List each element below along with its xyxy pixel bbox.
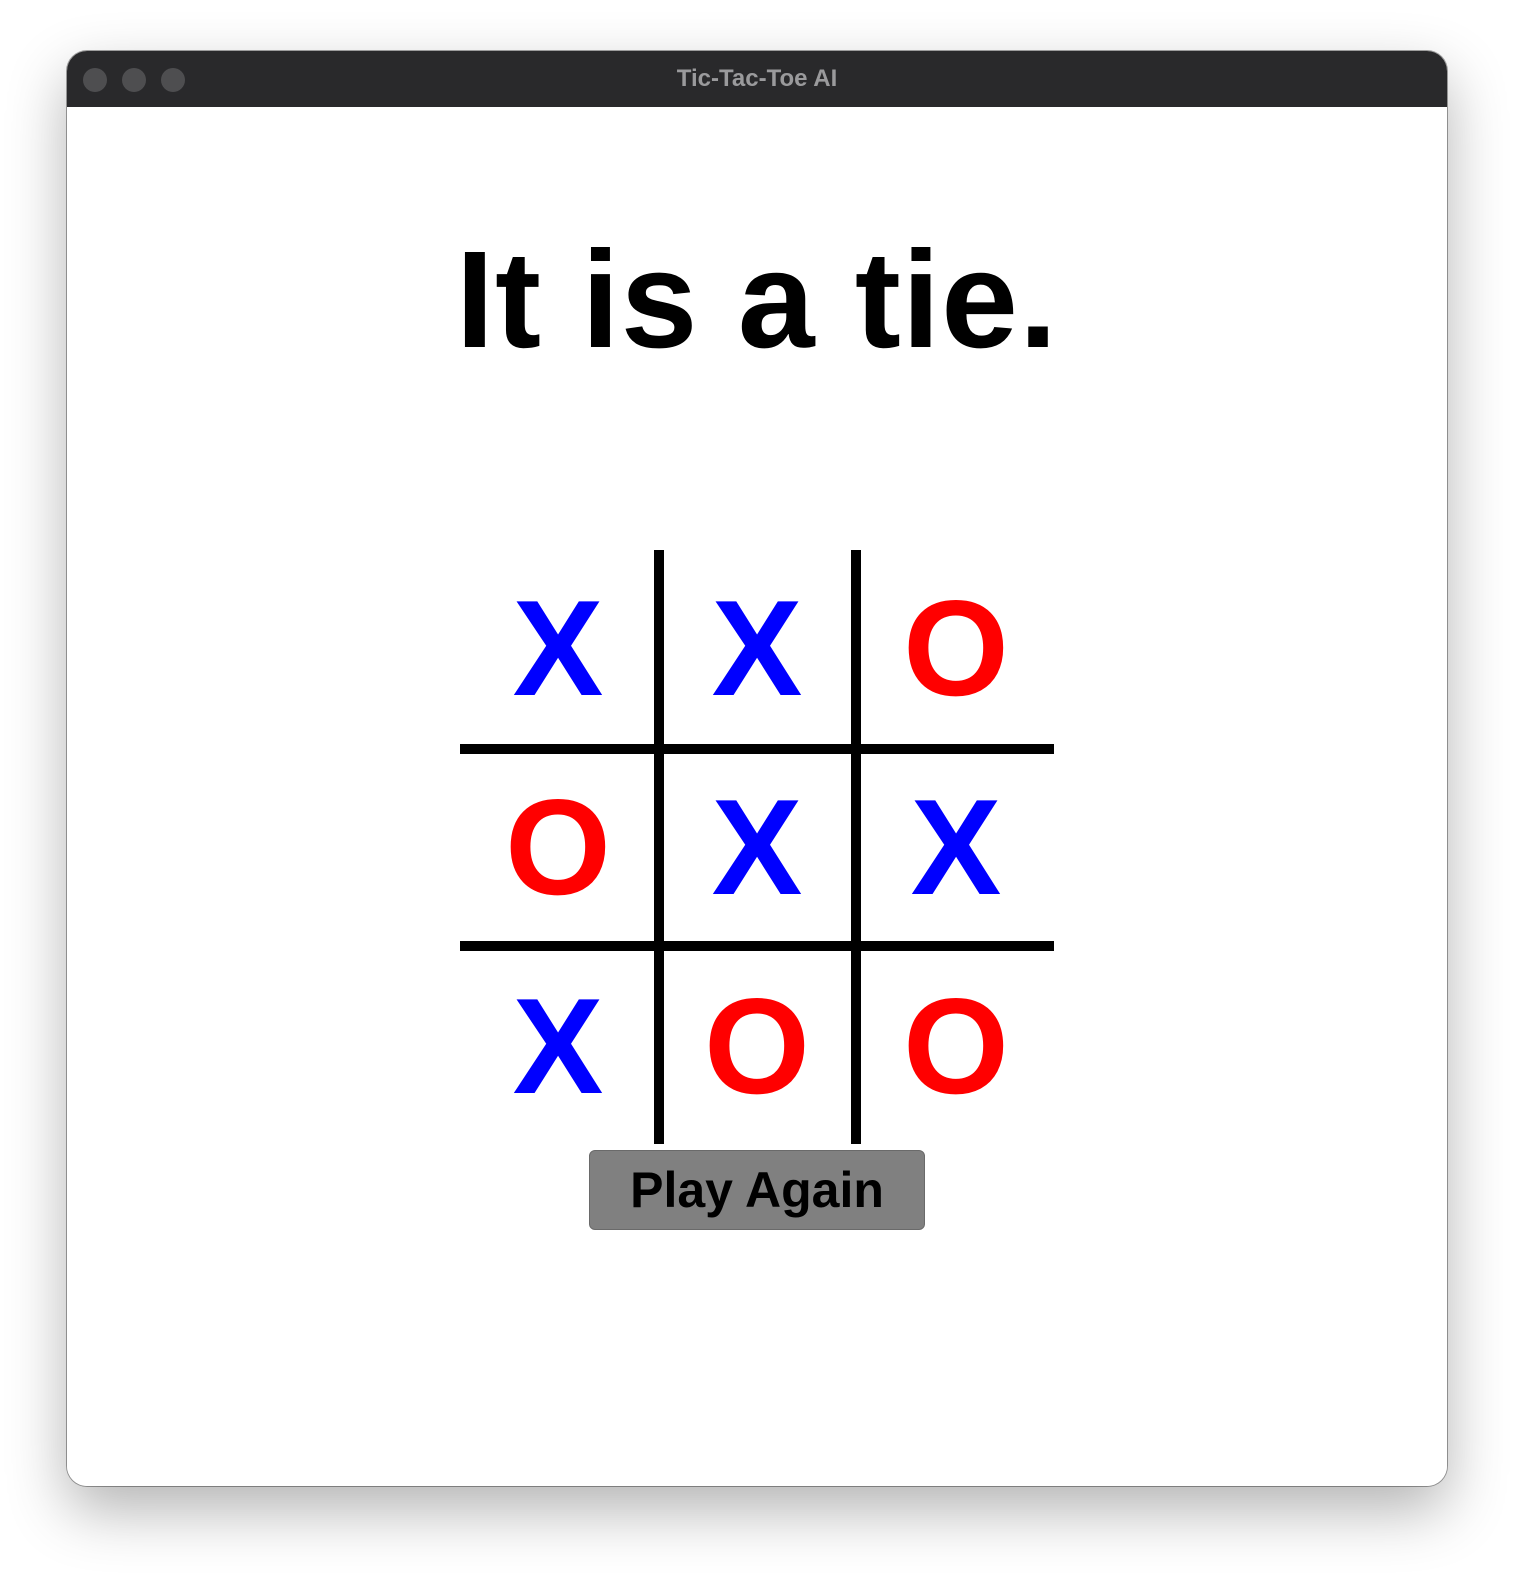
grid-line-vertical-1 <box>654 550 664 1144</box>
board-cell-r3-c3[interactable]: O <box>858 948 1054 1144</box>
game-area: It is a tie. X X O O X X X O O Play Agai… <box>67 107 1447 1486</box>
grid-line-horizontal-2 <box>460 941 1054 951</box>
cell-mark: O <box>903 572 1009 724</box>
window-title: Tic-Tac-Toe AI <box>676 65 838 92</box>
board-cell-r2-c1[interactable]: O <box>460 749 656 945</box>
game-status-message: It is a tie. <box>455 223 1059 377</box>
cell-mark: X <box>711 572 803 724</box>
cell-mark: X <box>910 771 1002 923</box>
board-cell-r1-c2[interactable]: X <box>659 550 855 746</box>
app-window: Tic-Tac-Toe AI It is a tie. X X O O X X … <box>67 51 1447 1486</box>
cell-mark: X <box>512 970 604 1122</box>
board-cell-r1-c1[interactable]: X <box>460 550 656 746</box>
grid-line-vertical-2 <box>851 550 861 1144</box>
board-cell-r2-c2[interactable]: X <box>659 749 855 945</box>
board-cell-r1-c3[interactable]: O <box>858 550 1054 746</box>
board-cell-r2-c3[interactable]: X <box>858 749 1054 945</box>
cell-mark: O <box>903 970 1009 1122</box>
cell-mark: O <box>704 970 810 1122</box>
play-again-button[interactable]: Play Again <box>589 1150 925 1230</box>
board-cell-r3-c1[interactable]: X <box>460 948 656 1144</box>
grid-line-horizontal-1 <box>460 744 1054 754</box>
game-board: X X O O X X X O O <box>460 550 1054 1144</box>
board-cell-r3-c2[interactable]: O <box>659 948 855 1144</box>
title-bar[interactable]: Tic-Tac-Toe AI <box>67 51 1447 108</box>
cell-mark: X <box>512 572 604 724</box>
cell-mark: X <box>711 771 803 923</box>
cell-mark: O <box>505 771 611 923</box>
